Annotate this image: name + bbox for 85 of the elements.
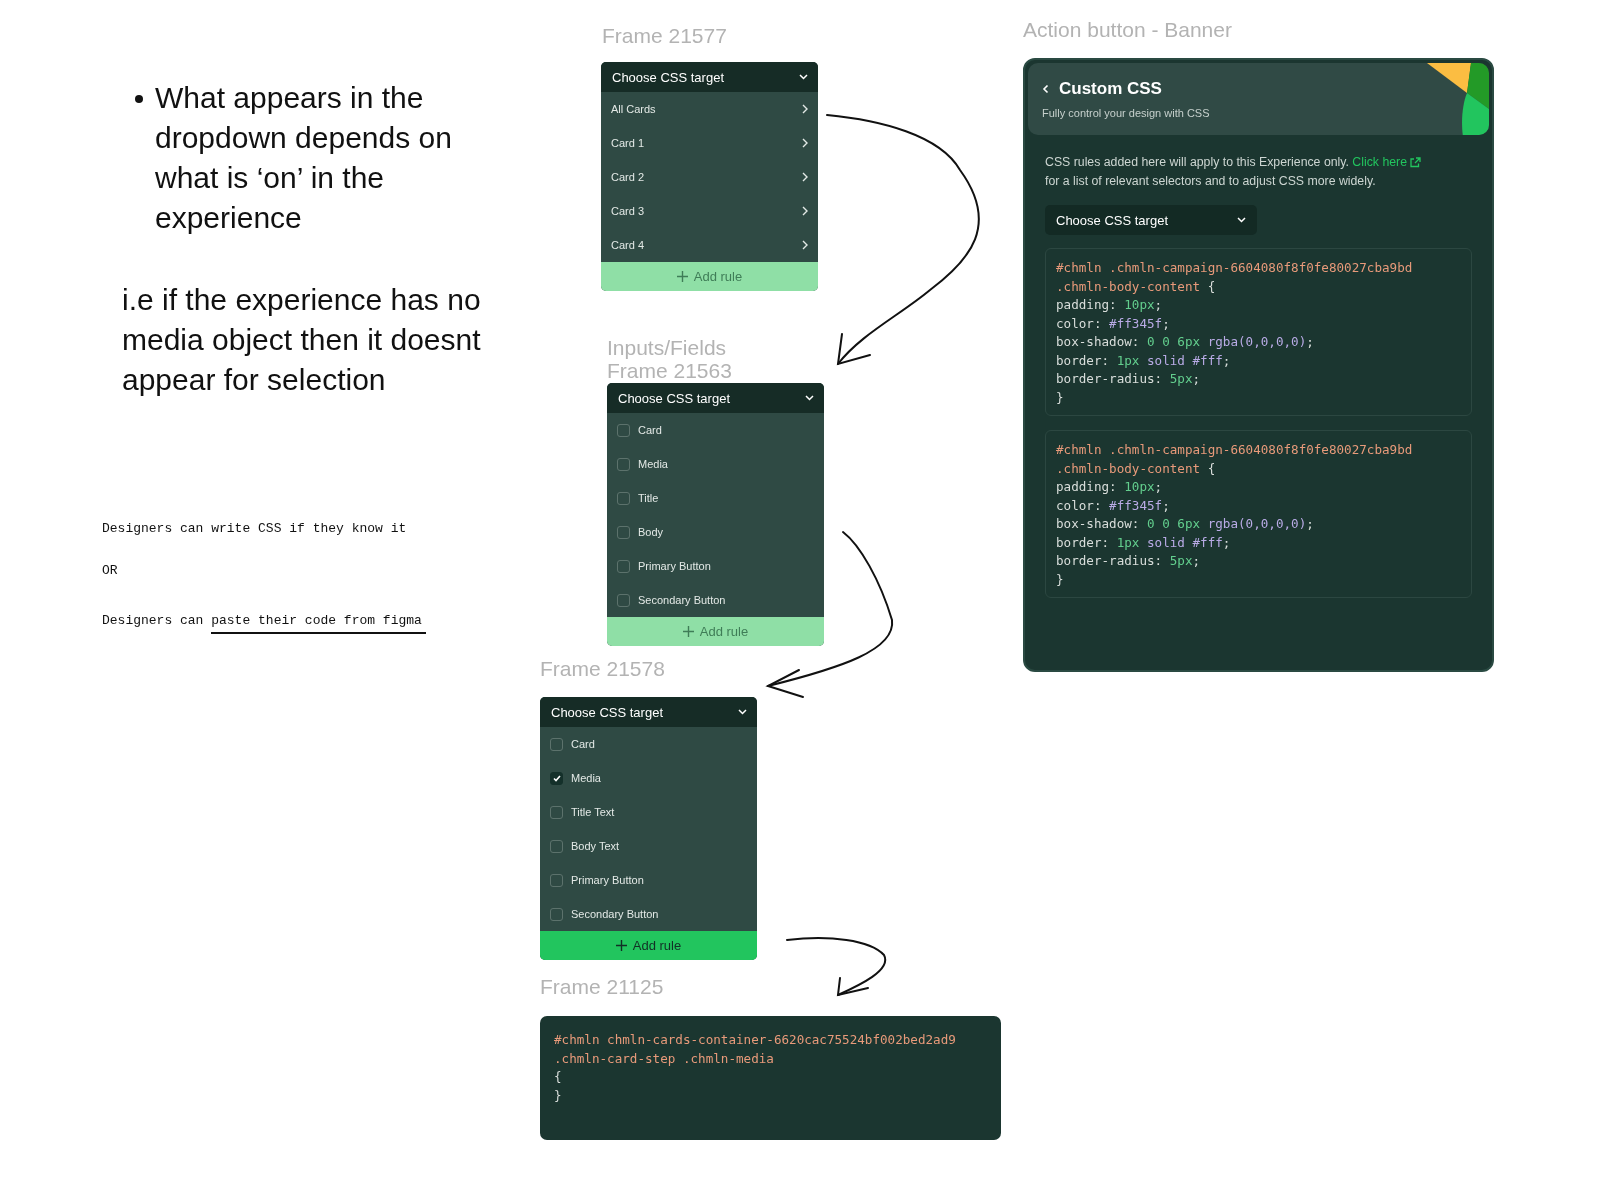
checkbox[interactable] <box>617 457 630 471</box>
code-line: box-shadow: 0 0 6px rgba(0,0,0,0); <box>1056 333 1315 351</box>
description-text: CSS rules added here will apply to this Experience only. Click here for a list of relevant selectors and to adjust CSS more widely. <box>1045 153 1472 190</box>
code-line: } <box>554 1086 563 1105</box>
dropdown-item[interactable]: Card 1 <box>601 126 818 160</box>
frame-label: Frame 21563 <box>607 359 732 382</box>
chevron-down-icon <box>805 395 814 401</box>
checkbox[interactable] <box>617 593 630 607</box>
mono-note-text: Designers can write CSS if they know it <box>102 521 407 536</box>
chevron-down-icon <box>1237 217 1246 223</box>
code-line: border-radius: 5px; <box>1056 552 1202 570</box>
dropdown-header[interactable]: Choose CSS target <box>601 62 818 92</box>
dropdown-item[interactable]: Primary Button <box>540 863 757 897</box>
corner-decoration-drawing <box>1427 63 1489 135</box>
click-here-link[interactable]: Click here <box>1352 153 1422 172</box>
code-line: border-radius: 5px; <box>1056 370 1202 388</box>
chevron-right-icon <box>802 104 808 114</box>
dropdown-item[interactable]: Primary Button <box>607 549 824 583</box>
plus-icon <box>682 626 694 637</box>
panel-title: Custom CSS <box>1059 79 1162 99</box>
code-line: #chmln chmln-cards-container-6620cac75524bf002bed2ad9 <box>554 1031 957 1049</box>
code-line: { <box>554 1068 563 1086</box>
dropdown-item[interactable]: Card <box>540 727 757 761</box>
checkbox[interactable] <box>550 805 563 819</box>
dropdown-item[interactable]: Title Text <box>540 795 757 829</box>
back-icon[interactable] <box>1042 84 1049 94</box>
dropdown-item[interactable]: Card <box>607 413 824 447</box>
dropdown-item[interactable]: All Cards <box>601 92 818 126</box>
dropdown-item[interactable]: Card 4 <box>601 228 818 262</box>
code-line: border: 1px solid #fff; <box>1056 351 1232 370</box>
frame-label: Frame 21578 <box>540 657 665 680</box>
code-line: .chmln-card-step .chmln-media <box>554 1049 775 1068</box>
code-line: #chmln .chmln-campaign-6604080f8f0fe80027cba9bd <box>1056 259 1414 277</box>
frame-label: Frame 21577 <box>602 24 727 47</box>
code-line: .chmln-body-content { <box>1056 459 1217 478</box>
external-link-icon <box>1410 156 1422 168</box>
checkbox[interactable] <box>617 525 630 539</box>
mono-note-text: OR <box>102 563 118 578</box>
dropdown-item[interactable]: Body <box>607 515 824 549</box>
dropdown-item[interactable]: Media <box>540 761 757 795</box>
checkbox[interactable] <box>550 907 563 921</box>
css-target-select[interactable]: Choose CSS target <box>1045 205 1257 235</box>
chevron-right-icon <box>802 138 808 148</box>
checkbox[interactable] <box>617 491 630 505</box>
dropdown-item[interactable]: Card 3 <box>601 194 818 228</box>
dropdown-item[interactable]: Secondary Button <box>607 583 824 617</box>
code-line: } <box>1056 570 1065 589</box>
plus-icon <box>676 271 688 282</box>
code-line: #chmln .chmln-campaign-6604080f8f0fe80027cba9bd <box>1056 441 1414 459</box>
dropdown-item[interactable]: Body Text <box>540 829 757 863</box>
checkbox[interactable] <box>617 559 630 573</box>
checkbox[interactable] <box>550 839 563 853</box>
dropdown-item[interactable]: Card 2 <box>601 160 818 194</box>
code-line: color: #ff345f; <box>1056 314 1171 333</box>
panel-subtitle: Fully control your design with CSS <box>1042 107 1211 119</box>
chevron-right-icon <box>802 172 808 182</box>
code-line: color: #ff345f; <box>1056 496 1171 515</box>
mono-note-text: Designers can paste their code from figma <box>102 613 426 634</box>
plus-icon <box>615 940 627 951</box>
code-line: box-shadow: 0 0 6px rgba(0,0,0,0); <box>1056 515 1315 533</box>
checkbox[interactable] <box>550 771 563 785</box>
checkbox[interactable] <box>550 873 563 887</box>
dropdown-item[interactable]: Title <box>607 481 824 515</box>
chevron-down-icon <box>738 709 747 715</box>
frame-label: Action button - Banner <box>1023 18 1232 41</box>
dropdown-header[interactable]: Choose CSS target <box>607 383 824 413</box>
bullet-icon <box>135 95 143 103</box>
frame-label: Inputs/Fields <box>607 336 728 359</box>
code-line: padding: 10px; <box>1056 296 1164 314</box>
chevron-down-icon <box>799 74 808 80</box>
add-rule-button[interactable]: Add rule <box>540 931 757 960</box>
code-line: .chmln-body-content { <box>1056 277 1217 296</box>
chevron-right-icon <box>802 240 808 250</box>
chevron-right-icon <box>802 206 808 216</box>
checkbox[interactable] <box>550 737 563 751</box>
code-line: border: 1px solid #fff; <box>1056 533 1232 552</box>
dropdown-item[interactable]: Media <box>607 447 824 481</box>
frame-label: Frame 21125 <box>540 975 664 998</box>
code-line: } <box>1056 388 1065 407</box>
checkbox[interactable] <box>617 423 630 437</box>
bullet-text: What appears in the dropdown depends on what is ‘on’ in the experience <box>155 80 453 236</box>
code-line: padding: 10px; <box>1056 478 1164 496</box>
dropdown-item[interactable]: Secondary Button <box>540 897 757 931</box>
dropdown-header[interactable]: Choose CSS target <box>540 697 757 727</box>
note-text: i.e if the experience has no media object then it doesnt appear for selection <box>122 282 482 398</box>
